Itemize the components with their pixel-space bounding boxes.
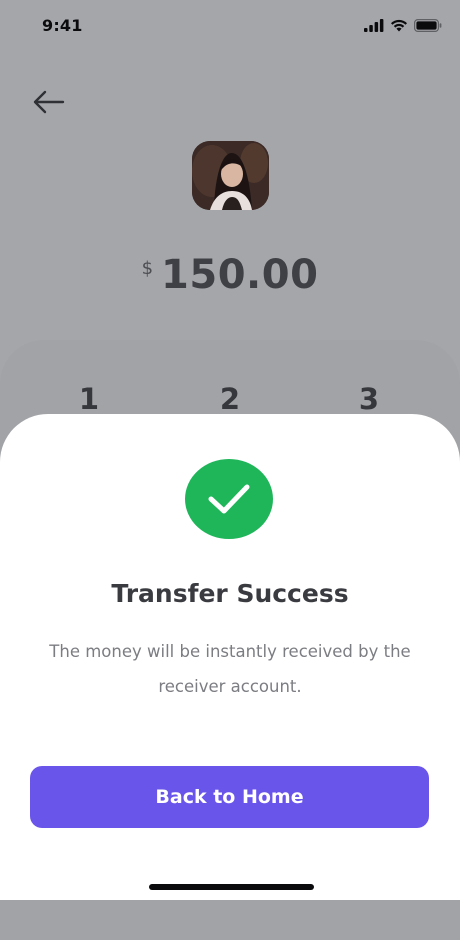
currency-symbol: $ — [141, 258, 154, 279]
status-time: 9:41 — [42, 16, 83, 35]
status-icons — [364, 16, 442, 34]
home-indicator[interactable] — [149, 884, 314, 890]
status-bar: 9:41 — [0, 0, 460, 50]
keypad-key-2[interactable]: 2 — [200, 382, 260, 416]
keypad-key-1[interactable]: 1 — [59, 382, 119, 416]
success-message: The money will be instantly received by … — [49, 642, 411, 696]
transfer-amount: $ 150.00 — [0, 252, 460, 298]
wifi-icon — [391, 19, 407, 31]
checkmark-icon — [208, 484, 250, 514]
back-to-home-button[interactable]: Back to Home — [30, 766, 429, 828]
success-title: Transfer Success — [111, 579, 349, 608]
transfer-success-sheet: Transfer Success The money will be insta… — [0, 414, 460, 900]
avatar-photo — [192, 141, 269, 210]
recipient-avatar — [192, 141, 269, 210]
battery-icon — [414, 18, 442, 32]
keypad-key-3[interactable]: 3 — [339, 382, 399, 416]
arrow-left-icon[interactable] — [30, 86, 66, 118]
cellular-signal-icon — [364, 18, 384, 32]
amount-value: 150.00 — [161, 252, 319, 298]
success-badge — [185, 459, 273, 539]
